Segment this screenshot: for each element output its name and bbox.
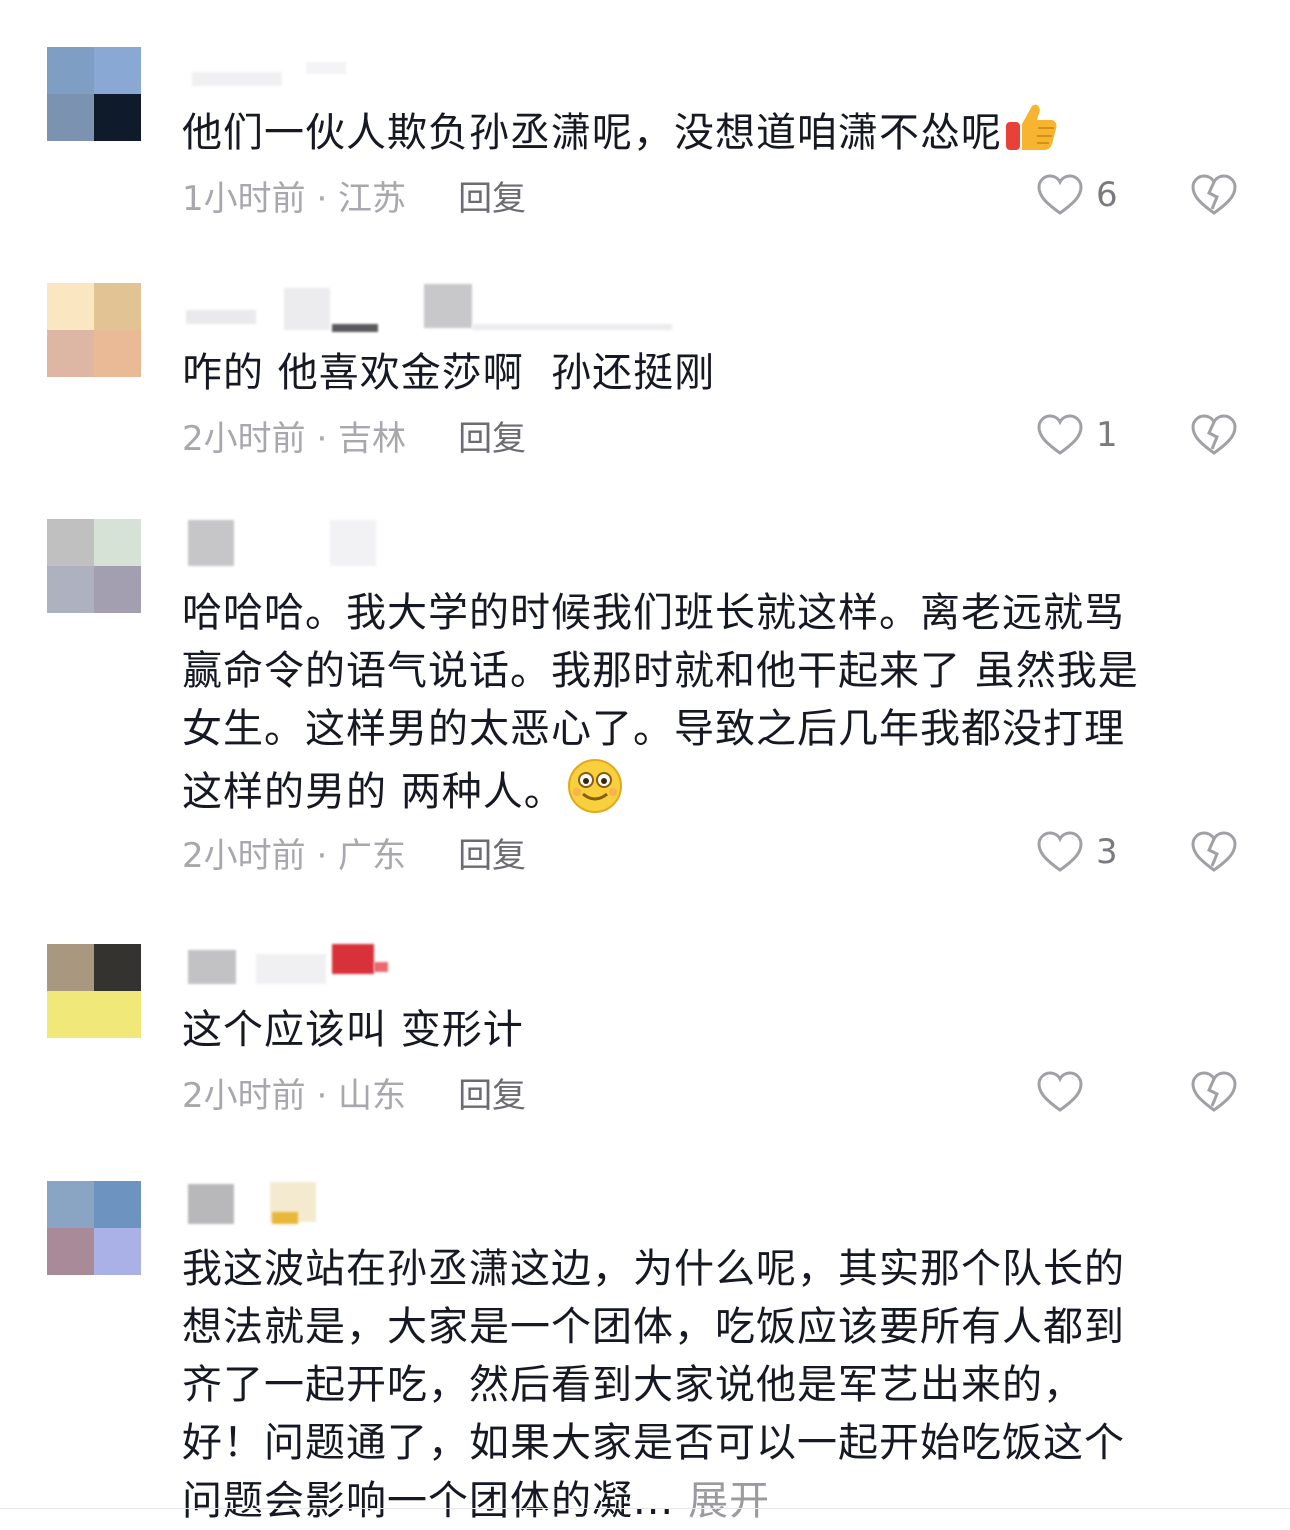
comment-meta: 1小时前 · 江苏 回复 <box>182 170 526 220</box>
reply-button[interactable]: 回复 <box>458 828 526 877</box>
like-count: 6 <box>1096 175 1118 215</box>
avatar[interactable] <box>47 47 141 141</box>
comment-meta: 2小时前 · 广东 回复 <box>182 827 526 877</box>
divider <box>0 1508 1290 1509</box>
comment-text: 他们一伙人欺负孙丞潇呢，没想道咱潇不怂呢 <box>182 100 1242 170</box>
avatar[interactable] <box>47 519 141 613</box>
time-location: 2小时前 · 广东 <box>182 835 407 876</box>
thumbs-up-emoji <box>1002 100 1060 170</box>
broken-heart-icon <box>1191 831 1237 872</box>
comment-text: 咋的 他喜欢金莎啊 孙还挺刚 <box>182 350 716 396</box>
like-button[interactable]: 6 <box>1036 170 1122 220</box>
smiling-face-emoji <box>565 758 625 830</box>
broken-heart-icon <box>1191 414 1237 455</box>
time-location: 2小时前 · 山东 <box>182 1075 407 1116</box>
username-blurred[interactable] <box>186 520 386 566</box>
like-count: 1 <box>1096 415 1118 455</box>
username-blurred[interactable] <box>186 944 406 990</box>
reply-button[interactable]: 回复 <box>458 1068 526 1117</box>
broken-heart-icon <box>1191 1071 1237 1112</box>
avatar[interactable] <box>47 944 141 1038</box>
dislike-button[interactable] <box>1190 1067 1238 1117</box>
like-button[interactable] <box>1036 1067 1122 1117</box>
heart-icon <box>1037 414 1083 455</box>
like-button[interactable]: 1 <box>1036 410 1122 460</box>
comment-meta: 2小时前 · 山东 回复 <box>182 1067 526 1117</box>
comment-text: 哈哈哈。我大学的时候我们班长就这样。离老远就骂 赢命令的语气说话。我那时就和他干… <box>182 584 1242 830</box>
heart-icon <box>1037 1071 1083 1112</box>
heart-icon <box>1037 831 1083 872</box>
like-button[interactable]: 3 <box>1036 827 1122 877</box>
username-blurred[interactable] <box>186 284 686 332</box>
comment-text: 这个应该叫 变形计 <box>182 1007 524 1053</box>
dislike-button[interactable] <box>1190 827 1238 877</box>
reply-button[interactable]: 回复 <box>458 171 526 220</box>
username-blurred[interactable] <box>186 1182 386 1228</box>
avatar[interactable] <box>47 1181 141 1275</box>
heart-icon <box>1037 174 1083 215</box>
comment-meta: 2小时前 · 吉林 回复 <box>182 410 526 460</box>
broken-heart-icon <box>1191 174 1237 215</box>
avatar[interactable] <box>47 283 141 377</box>
dislike-button[interactable] <box>1190 170 1238 220</box>
expand-link[interactable]: 展开 <box>688 1478 770 1524</box>
comment-text: 我这波站在孙丞潇这边，为什么呢，其实那个队长的 想法就是，大家是一个团体，吃饭应… <box>182 1246 1125 1524</box>
time-location: 1小时前 · 江苏 <box>182 178 407 219</box>
reply-button[interactable]: 回复 <box>458 411 526 460</box>
time-location: 2小时前 · 吉林 <box>182 418 407 459</box>
like-count: 3 <box>1096 832 1118 872</box>
dislike-button[interactable] <box>1190 410 1238 460</box>
